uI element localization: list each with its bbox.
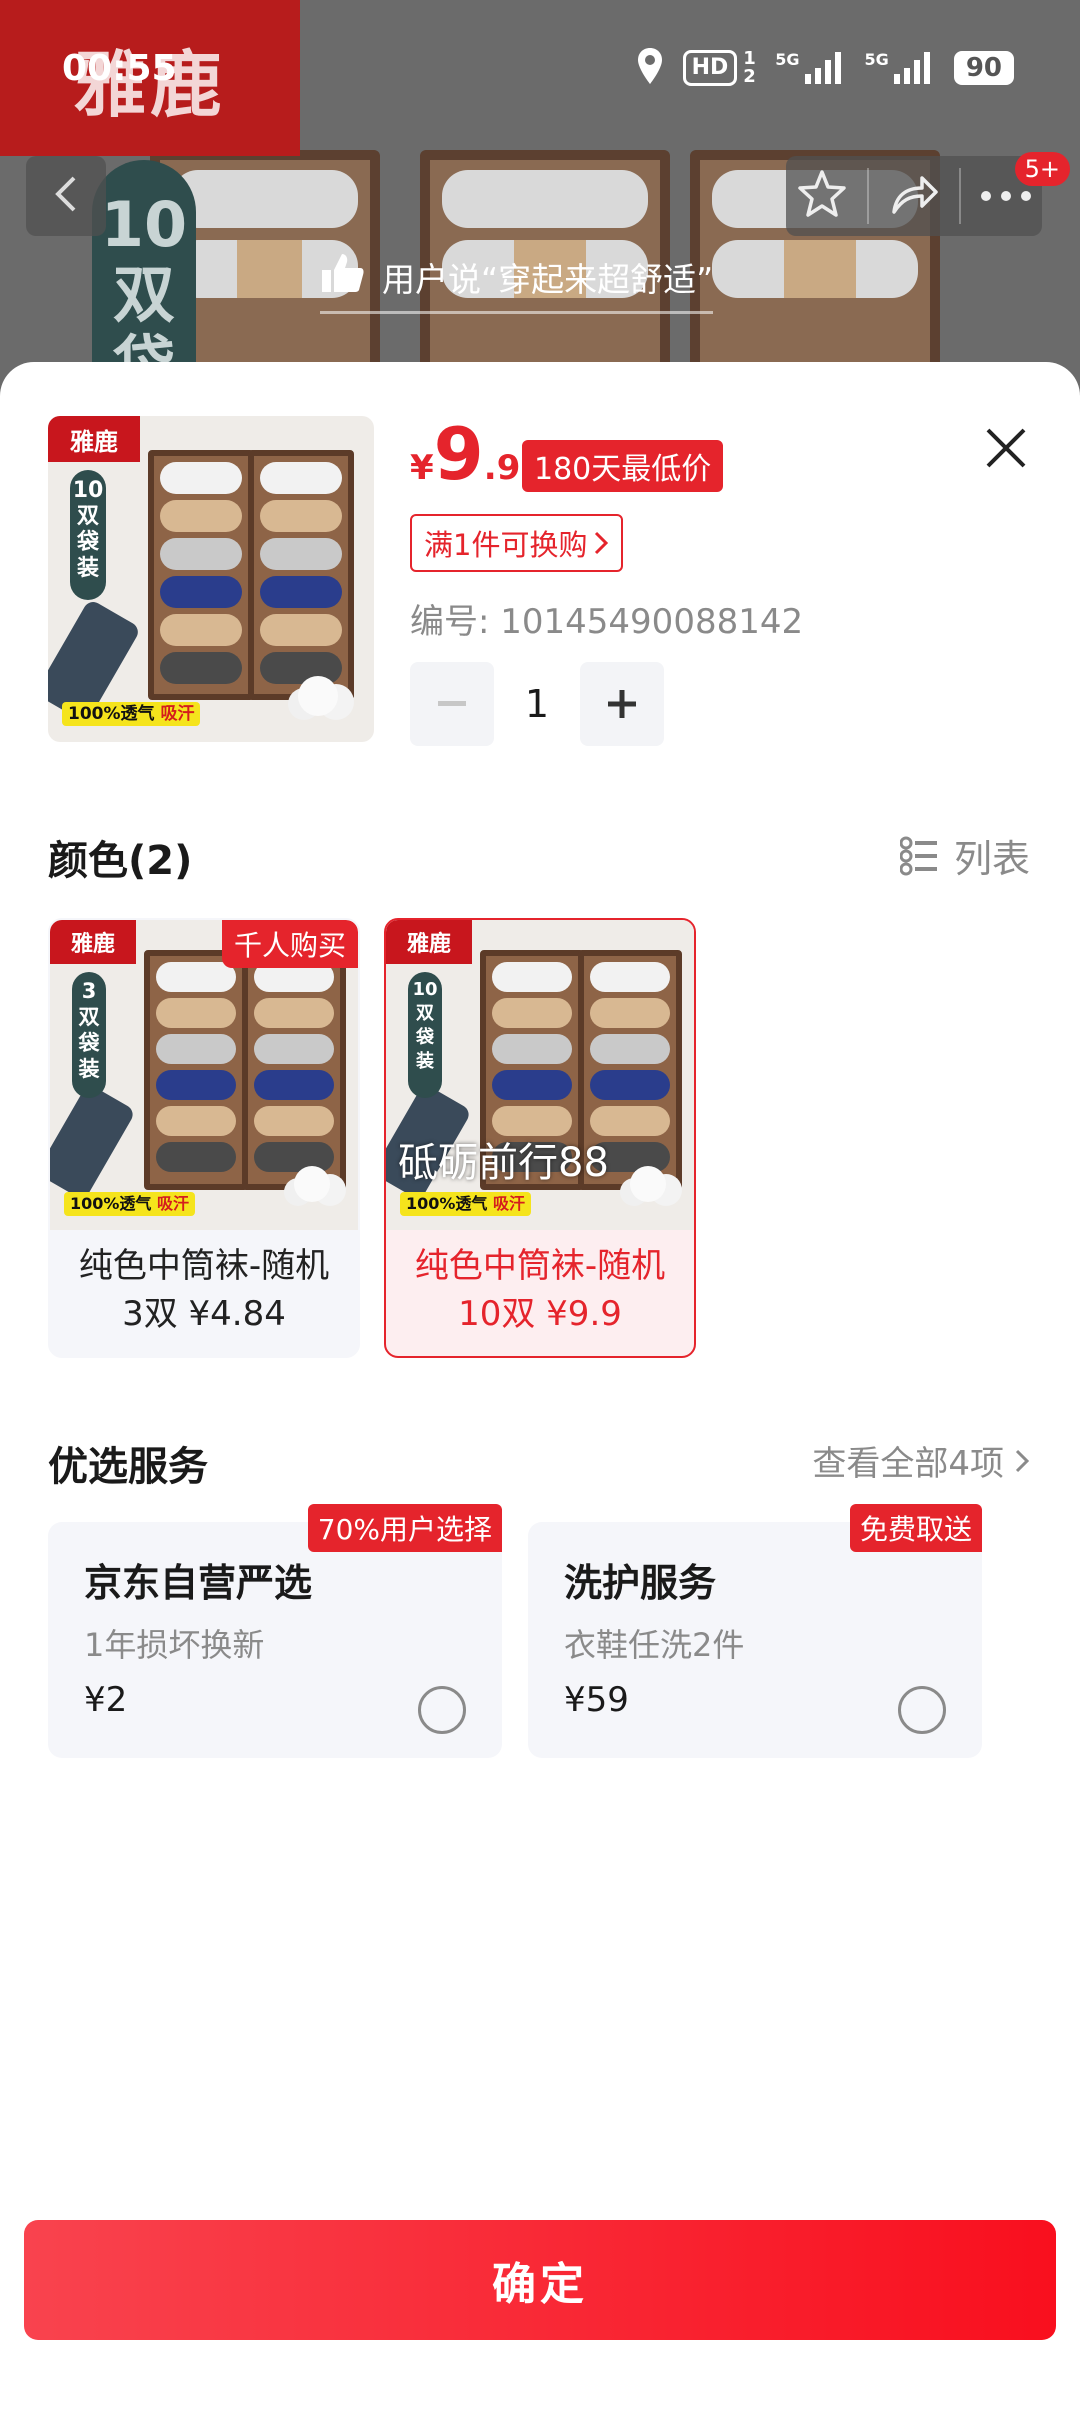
sku-selection-sheet: 雅鹿 10双袋装 100%透气 吸汗 ¥ 9 .9 180天最低价 满1件可换购… [0, 362, 1080, 2412]
hd-sub: 1 2 [743, 48, 756, 87]
notification-badge: 5+ [1014, 152, 1070, 186]
option-feature-tag: 100%透气 吸汗 [400, 1192, 532, 1216]
top-action-bar [786, 156, 1042, 236]
close-button[interactable] [976, 418, 1036, 478]
increase-button[interactable] [580, 662, 664, 746]
service-price: ¥2 [84, 1680, 128, 1720]
services-section-title: 优选服务 [48, 1444, 208, 1490]
star-icon [797, 170, 846, 217]
option-logo: 雅鹿 [50, 920, 136, 964]
signal-icon: 5G [865, 50, 936, 86]
plus-icon [608, 690, 636, 718]
user-comment-banner: 用户说“穿起来超舒适” [320, 250, 714, 314]
service-radio[interactable] [418, 1686, 466, 1734]
option-pack-tag: 10双袋装 [408, 972, 442, 1098]
more-button[interactable] [980, 187, 1032, 206]
product-thumbnail: 雅鹿 10双袋装 100%透气 吸汗 [48, 416, 374, 742]
back-button[interactable] [26, 156, 106, 236]
signal-icon: 5G [775, 50, 846, 86]
thumb-feature-tag: 100%透气 吸汗 [62, 702, 201, 726]
chevron-right-icon [1015, 1449, 1030, 1472]
confirm-button[interactable]: 确定 [24, 2220, 1056, 2340]
battery-indicator: 90 [953, 51, 1014, 85]
service-title: 洗护服务 [564, 1561, 717, 1605]
trade-in-promo[interactable]: 满1件可换购 [410, 514, 624, 572]
thumb-pack-tag: 10双袋装 [70, 470, 106, 600]
close-icon [986, 428, 1026, 468]
service-title: 京东自营严选 [84, 1561, 313, 1605]
more-icon [981, 190, 1032, 201]
list-icon [899, 836, 937, 875]
quantity-stepper: 1 [410, 662, 664, 746]
net-label: 5G [775, 50, 800, 69]
product-sku: 编号: 10145490088142 [410, 602, 804, 642]
thumbs-up-icon [320, 250, 366, 304]
service-subtitle: 1年损坏换新 [84, 1626, 265, 1664]
share-icon [892, 176, 938, 214]
status-bar-icons: HD 1 2 5G 5G 90 [635, 46, 1014, 90]
thumb-logo: 雅鹿 [48, 416, 140, 462]
color-option-image: 雅鹿 10双袋装 100%透气 吸汗 砥砺前行88 [386, 920, 694, 1230]
service-subtitle: 衣鞋任洗2件 [564, 1626, 745, 1664]
color-option-label: 纯色中筒袜-随机 3双 ¥4.84 [78, 1246, 330, 1334]
minus-icon [438, 701, 466, 706]
quantity-value[interactable]: 1 [494, 682, 580, 726]
list-view-toggle[interactable]: 列表 [899, 828, 1030, 883]
service-radio[interactable] [898, 1686, 946, 1734]
lowest-price-badge: 180天最低价 [522, 440, 724, 492]
chevron-right-icon [595, 531, 609, 555]
image-overlay-text: 砥砺前行88 [398, 1140, 609, 1186]
view-all-services[interactable]: 查看全部4项 [812, 1436, 1030, 1485]
popular-badge: 千人购买 [221, 920, 358, 968]
color-section-title: 颜色(2) [48, 838, 193, 884]
option-pack-tag: 3双袋装 [72, 972, 106, 1098]
decrease-button[interactable] [410, 662, 494, 746]
color-option-3-pairs[interactable]: 雅鹿 3双袋装 100%透气 吸汗 千人购买 纯色中筒袜-随机 3双 ¥4.84 [48, 918, 360, 1358]
location-icon [635, 46, 665, 90]
option-feature-tag: 100%透气 吸汗 [64, 1192, 196, 1216]
share-button[interactable] [888, 168, 940, 224]
service-badge: 免费取送 [849, 1504, 982, 1552]
color-option-10-pairs[interactable]: 雅鹿 10双袋装 100%透气 吸汗 砥砺前行88 纯色中筒袜-随机 10双 ¥… [384, 918, 696, 1358]
service-card-laundry[interactable]: 免费取送 洗护服务 衣鞋任洗2件 ¥59 [528, 1504, 982, 1758]
net-label: 5G [864, 50, 889, 69]
hd-badge: HD [682, 50, 738, 86]
service-card-jd-select[interactable]: 70%用户选择 京东自营严选 1年损坏换新 ¥2 [48, 1504, 502, 1758]
service-price: ¥59 [564, 1680, 629, 1720]
service-badge: 70%用户选择 [307, 1504, 502, 1552]
favorite-button[interactable] [796, 168, 848, 224]
option-logo: 雅鹿 [386, 920, 472, 964]
color-option-label: 纯色中筒袜-随机 10双 ¥9.9 [414, 1246, 666, 1334]
current-price: ¥ 9 .9 [410, 412, 521, 496]
comment-text: 用户说“穿起来超舒适” [382, 259, 714, 299]
chevron-left-icon [52, 174, 80, 218]
status-time: 00:55 [62, 48, 177, 89]
